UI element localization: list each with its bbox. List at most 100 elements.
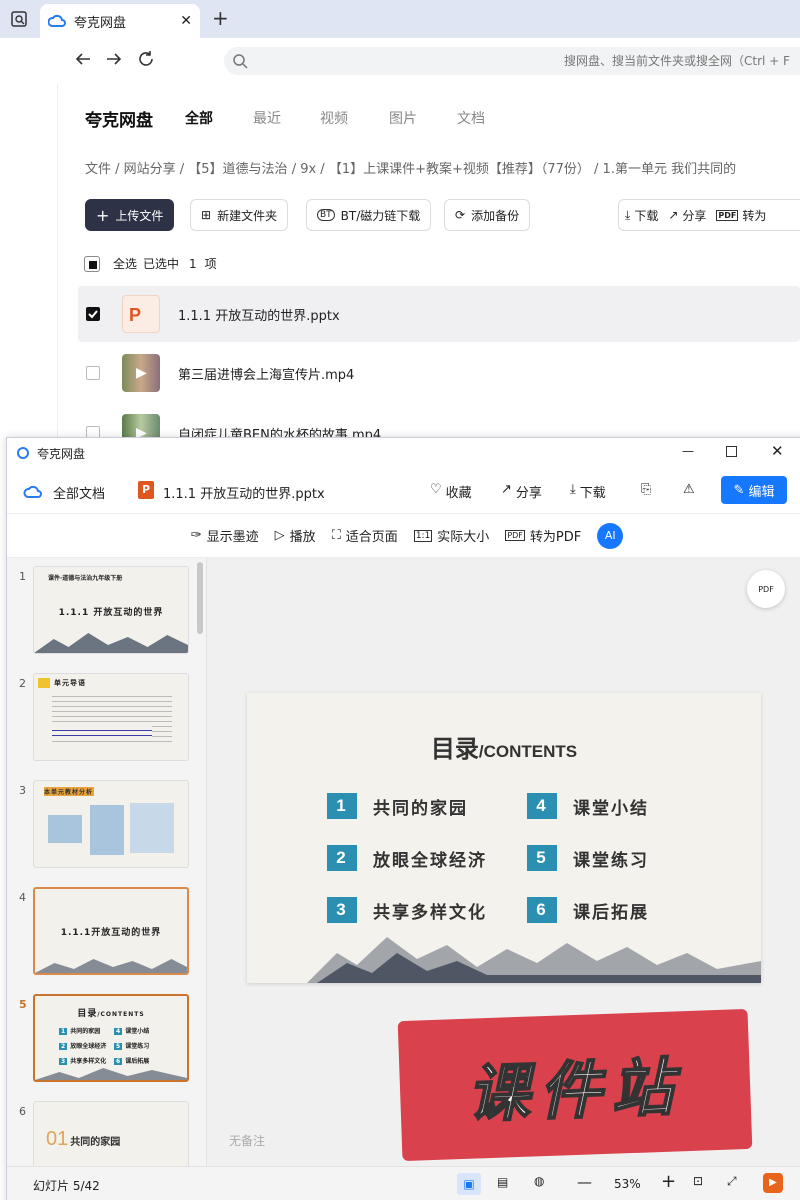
file-row[interactable]: ▶ 第三届进博会上海宣传片.mp4 [78, 345, 800, 401]
slideshow-icon[interactable]: ▶ [763, 1173, 783, 1193]
report-icon[interactable]: ⚠ [683, 482, 695, 497]
thumb-number: 3 [19, 784, 26, 797]
pptx-file-icon: P [122, 295, 160, 333]
thumb5-title-en: /CONTENTS [97, 1011, 145, 1018]
cloud-logo-icon [48, 14, 66, 28]
thumb5-item-label: 课堂练习 [125, 1043, 150, 1050]
slide-thumbnail[interactable]: 单元导语 [33, 673, 189, 761]
fit-screen-icon[interactable]: ⊡ [693, 1174, 703, 1188]
zoom-out-icon[interactable]: — [577, 1173, 592, 1191]
tab-recent[interactable]: 最近 [253, 108, 281, 128]
slide-thumbnail-active[interactable]: 目录/CONTENTS 1 共同的家园 4 课堂小结 2 放眼全球经济 5 课堂练习 3… [33, 994, 189, 1082]
show-ink-button[interactable]: ✑ 显示墨迹 [191, 526, 259, 545]
ai-assistant-icon[interactable]: AI [597, 522, 624, 549]
maximize-icon[interactable] [726, 446, 737, 457]
browser-tab[interactable]: 夸克网盘 ✕ [40, 4, 200, 38]
slide-thumbnail[interactable]: 01 共同的家园 [33, 1101, 189, 1166]
slide-title-en: /CONTENTS [478, 742, 578, 761]
item-number: 6 [527, 897, 557, 923]
download-button[interactable]: ⤓ 下载 [625, 207, 658, 224]
item-number: 1 [327, 793, 357, 819]
viewer-download-button[interactable]: ⤓ 下载 [570, 482, 606, 501]
tab-search-icon[interactable] [10, 10, 28, 28]
add-backup-button[interactable]: ⟳ 添加备份 [444, 199, 531, 231]
convert-button[interactable]: PDF 转为 [716, 207, 766, 224]
file-checkbox[interactable] [86, 366, 100, 380]
bt-icon: BT [317, 209, 335, 221]
slide-thumbnail[interactable]: 课件·道德与法治九年级下册 1.1.1 开放互动的世界 [33, 566, 189, 654]
thumb-tag: 课件·道德与法治九年级下册 [48, 575, 123, 582]
select-all-label[interactable]: 全选 [113, 255, 137, 272]
tab-image[interactable]: 图片 [389, 108, 417, 128]
file-name: 1.1.1 开放互动的世界.pptx [178, 308, 340, 324]
viewer-title-bar: 夸克网盘 — ✕ [7, 438, 800, 468]
edit-button[interactable]: ✎ 编辑 [721, 476, 787, 504]
backup-label: 添加备份 [471, 208, 520, 223]
forward-icon[interactable] [105, 50, 123, 68]
selected-count: 1 [189, 256, 197, 271]
favorite-button[interactable]: ♡ 收藏 [430, 482, 472, 501]
current-slide: 目录/CONTENTS 1 共同的家园 4 课堂小结 2 放眼全球经济 5 课堂练习 3… [247, 693, 761, 983]
fit-label: 适合页面 [345, 530, 398, 545]
subtitle-icon[interactable]: ▤ [497, 1175, 508, 1189]
app-logo-icon [17, 447, 29, 459]
heart-icon: ♡ [430, 482, 442, 497]
upload-button[interactable]: + 上传文件 [85, 199, 175, 231]
address-bar[interactable]: 搜网盘、搜当前文件夹或搜全网（Ctrl + F [224, 47, 800, 75]
thumb-title: 单元导语 [54, 679, 86, 687]
slide-thumbnail-panel[interactable]: 1 课件·道德与法治九年级下册 1.1.1 开放互动的世界 2 单元导语 3 本… [7, 558, 207, 1166]
play-icon: ▷ [274, 528, 285, 543]
viewer-share-label: 分享 [515, 486, 542, 501]
item-label: 课堂小结 [573, 798, 649, 819]
new-folder-button[interactable]: ⊞ 新建文件夹 [190, 199, 289, 231]
minimize-icon[interactable]: — [682, 444, 694, 458]
zoom-in-icon[interactable]: + [661, 1171, 676, 1192]
thumb5-item: 3 共享多样文化 [59, 1058, 107, 1065]
actual-size-button[interactable]: 1:1 实际大小 [413, 526, 489, 545]
back-icon[interactable] [74, 50, 92, 68]
thumb6-number: 01 [46, 1128, 69, 1150]
viewer-share-button[interactable]: ↗ 分享 [501, 482, 542, 501]
new-tab-icon[interactable]: + [212, 6, 229, 30]
to-pdf-button[interactable]: PDF 转为PDF [505, 526, 581, 545]
thumb-scrollbar[interactable] [197, 562, 203, 634]
play-button[interactable]: ▷ 播放 [275, 526, 316, 545]
pdf-export-icon[interactable]: PDF [747, 570, 785, 608]
item-label: 课堂练习 [573, 850, 649, 871]
tab-all[interactable]: 全部 [185, 108, 213, 128]
thumb-number: 1 [19, 570, 26, 583]
open-external-icon[interactable]: ⎘ [641, 482, 651, 497]
thumb5-item-label: 共享多样文化 [70, 1058, 107, 1065]
thumb-number: 6 [19, 1105, 26, 1118]
file-checkbox[interactable] [86, 307, 100, 321]
fit-page-button[interactable]: ⛶ 适合页面 [332, 526, 398, 545]
reload-icon[interactable] [137, 50, 155, 68]
all-docs-link[interactable]: 全部文档 [53, 483, 105, 502]
selection-bar: 全选 已选中 1 项 [84, 255, 217, 272]
item-label: 共同的家园 [373, 798, 468, 819]
play-label: 播放 [289, 530, 316, 545]
thumb-title: 1.1.1 开放互动的世界 [58, 608, 164, 618]
tab-video[interactable]: 视频 [320, 108, 348, 128]
slide-thumbnail[interactable]: 本单元教材分析 [33, 780, 189, 868]
show-ink-label: 显示墨迹 [206, 530, 259, 545]
pen-icon: ✎ [733, 482, 745, 498]
viewer-file-name: 1.1.1 开放互动的世界.pptx [163, 487, 325, 502]
notes-view-icon[interactable]: ▣ [457, 1173, 481, 1195]
globe-icon[interactable]: ◍ [534, 1174, 544, 1188]
thumb-title: 1.1.1开放互动的世界 [60, 928, 162, 938]
tab-doc[interactable]: 文档 [457, 108, 485, 128]
close-tab-icon[interactable]: ✕ [180, 13, 192, 29]
file-row[interactable]: P 1.1.1 开放互动的世界.pptx [78, 286, 800, 342]
bt-download-button[interactable]: BT BT/磁力链下载 [306, 199, 432, 231]
select-all-checkbox[interactable] [84, 255, 100, 272]
slide-thumbnail[interactable]: 1.1.1开放互动的世界 [33, 887, 189, 975]
breadcrumb[interactable]: 文件 / 网站分享 / 【5】道德与法治 / 9x / 【1】上课课件+教案+视… [85, 158, 800, 177]
share-button[interactable]: ↗ 分享 [668, 207, 706, 224]
fullscreen-icon[interactable]: ⤢ [727, 1174, 737, 1189]
zoom-level: 53% [614, 1177, 641, 1191]
viewer-download-label: 下载 [579, 486, 606, 501]
mountain-decoration [35, 959, 187, 973]
close-window-icon[interactable]: ✕ [771, 442, 784, 460]
file-action-group: ⤓ 下载 ↗ 分享 PDF 转为 [618, 199, 800, 231]
